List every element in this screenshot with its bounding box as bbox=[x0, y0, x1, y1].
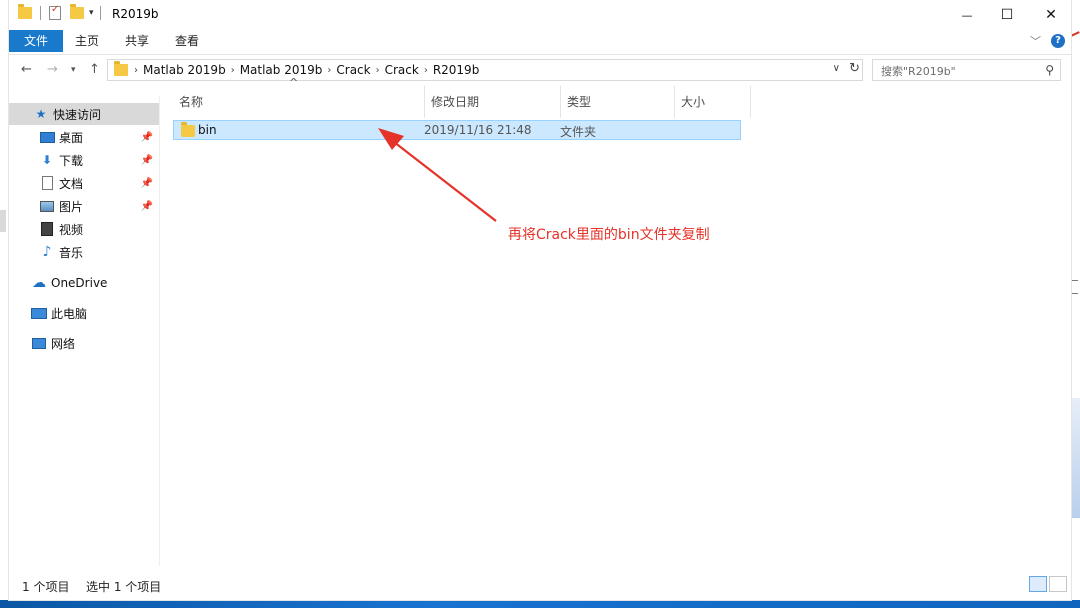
background-window-edge-left bbox=[0, 210, 6, 232]
title-bar: ▾ R2019b — ☐ ✕ bbox=[9, 0, 1071, 30]
sidebar-item-label: 图片 bbox=[59, 199, 84, 214]
sidebar-item-label: 音乐 bbox=[59, 245, 84, 260]
ribbon-tabs: 文件 主页 共享 查看 ﹀ ? bbox=[9, 30, 1071, 55]
address-dropdown-icon[interactable]: ∨ bbox=[833, 63, 840, 74]
sidebar-item-label: 快速访问 bbox=[53, 107, 102, 122]
search-box[interactable]: ⚲ bbox=[872, 59, 1061, 81]
document-icon bbox=[39, 176, 55, 190]
download-icon: ⬇ bbox=[41, 153, 53, 167]
up-icon[interactable]: ↑ bbox=[89, 62, 100, 77]
window-title: R2019b bbox=[112, 7, 159, 21]
sidebar-item-desktop[interactable]: 桌面 📌 bbox=[9, 126, 159, 148]
recent-locations-icon[interactable]: ▾ bbox=[71, 65, 76, 75]
maximize-icon: ☐ bbox=[1000, 7, 1014, 23]
sidebar-item-videos[interactable]: 视频 bbox=[9, 218, 159, 240]
taskbar-strip bbox=[0, 600, 1080, 608]
expand-ribbon-icon[interactable]: ﹀ bbox=[1030, 33, 1041, 49]
navigation-pane: ★ 快速访问 桌面 📌 ⬇ 下载 📌 文档 📌 图片 📌 视频 ♪ 音乐 ☁ O… bbox=[9, 96, 160, 566]
toolbar-divider bbox=[40, 6, 41, 20]
breadcrumb-item[interactable]: Crack bbox=[380, 63, 424, 77]
file-type: 文件夹 bbox=[560, 125, 597, 139]
sidebar-item-label: 网络 bbox=[51, 336, 76, 351]
sidebar-item-music[interactable]: ♪ 音乐 bbox=[9, 241, 159, 263]
toolbar-divider bbox=[99, 6, 101, 20]
maximize-button[interactable]: ☐ bbox=[984, 0, 1030, 30]
file-row-selected[interactable]: bin 2019/11/16 21:48 文件夹 bbox=[173, 120, 741, 140]
refresh-icon[interactable]: ↻ bbox=[849, 61, 860, 76]
column-header-modified[interactable]: 修改日期 bbox=[425, 86, 561, 118]
column-header-type[interactable]: 类型 bbox=[561, 86, 675, 118]
breadcrumb-item[interactable]: Matlab 2019b bbox=[235, 63, 328, 77]
details-view-button[interactable] bbox=[1029, 576, 1047, 592]
customize-toolbar-icon[interactable]: ▾ bbox=[89, 8, 94, 18]
new-folder-icon[interactable] bbox=[70, 4, 84, 19]
status-bar: 1 个项目 选中 1 个项目 bbox=[9, 572, 1071, 596]
music-icon: ♪ bbox=[42, 244, 52, 260]
sidebar-item-label: OneDrive bbox=[51, 276, 108, 290]
sidebar-item-label: 桌面 bbox=[59, 130, 84, 145]
star-icon: ★ bbox=[35, 107, 47, 121]
sidebar-item-label: 此电脑 bbox=[51, 306, 88, 321]
sidebar-item-network[interactable]: 网络 bbox=[9, 332, 159, 354]
item-count: 1 个项目 bbox=[22, 580, 70, 594]
pin-icon[interactable]: 📌 bbox=[141, 201, 153, 212]
close-button[interactable]: ✕ bbox=[1028, 0, 1074, 30]
sidebar-item-label: 视频 bbox=[59, 222, 84, 237]
forward-icon[interactable]: → bbox=[47, 62, 58, 77]
column-headers: ^ 名称 修改日期 类型 大小 bbox=[167, 76, 751, 118]
minimize-icon: — bbox=[961, 8, 973, 22]
sidebar-item-downloads[interactable]: ⬇ 下载 📌 bbox=[9, 149, 159, 171]
tab-view[interactable]: 查看 bbox=[163, 30, 211, 52]
properties-icon[interactable] bbox=[49, 4, 61, 20]
location-folder-icon bbox=[114, 61, 128, 76]
computer-icon bbox=[31, 306, 47, 320]
sidebar-item-pictures[interactable]: 图片 📌 bbox=[9, 195, 159, 217]
breadcrumb-item[interactable]: Crack bbox=[331, 63, 375, 77]
back-icon[interactable]: ← bbox=[21, 62, 32, 77]
pin-icon[interactable]: 📌 bbox=[141, 132, 153, 143]
folder-icon bbox=[18, 4, 32, 19]
search-input[interactable] bbox=[879, 61, 1043, 81]
sidebar-item-label: 文档 bbox=[59, 176, 84, 191]
address-bar[interactable]: › Matlab 2019b › Matlab 2019b › Crack › … bbox=[107, 59, 863, 81]
pin-icon[interactable]: 📌 bbox=[141, 155, 153, 166]
annotation-text: 再将Crack里面的bin文件夹复制 bbox=[508, 227, 710, 243]
video-icon bbox=[39, 222, 55, 236]
sidebar-item-quick-access[interactable]: ★ 快速访问 bbox=[9, 103, 159, 125]
picture-icon bbox=[39, 199, 55, 213]
explorer-window: ▾ R2019b — ☐ ✕ 文件 主页 共享 查看 ﹀ ? ← → ▾ ↑ bbox=[8, 0, 1072, 601]
cloud-icon: ☁ bbox=[32, 275, 46, 291]
search-icon[interactable]: ⚲ bbox=[1045, 63, 1054, 77]
file-modified: 2019/11/16 21:48 bbox=[424, 123, 532, 137]
breadcrumb-item[interactable]: R2019b bbox=[428, 63, 485, 77]
file-name[interactable]: bin bbox=[198, 123, 217, 137]
sidebar-item-onedrive[interactable]: ☁ OneDrive bbox=[9, 272, 159, 294]
large-icons-view-button[interactable] bbox=[1049, 576, 1067, 592]
folder-icon bbox=[181, 122, 195, 137]
network-icon bbox=[31, 336, 47, 350]
selection-count: 选中 1 个项目 bbox=[86, 580, 162, 594]
tab-home[interactable]: 主页 bbox=[63, 30, 111, 52]
ribbon-controls: ﹀ ? bbox=[1030, 33, 1065, 49]
help-icon[interactable]: ? bbox=[1051, 34, 1065, 48]
sidebar-item-this-pc[interactable]: 此电脑 bbox=[9, 302, 159, 324]
tab-share[interactable]: 共享 bbox=[113, 30, 161, 52]
quick-access-toolbar: ▾ bbox=[18, 4, 101, 20]
desktop-icon bbox=[39, 130, 55, 144]
tab-file[interactable]: 文件 bbox=[9, 30, 63, 52]
breadcrumb-item[interactable]: Matlab 2019b bbox=[138, 63, 231, 77]
close-icon: ✕ bbox=[1045, 7, 1057, 23]
column-header-size[interactable]: 大小 bbox=[675, 86, 751, 118]
sidebar-item-documents[interactable]: 文档 📌 bbox=[9, 172, 159, 194]
column-header-name[interactable]: 名称 bbox=[173, 86, 425, 118]
address-row: ← → ▾ ↑ › Matlab 2019b › Matlab 2019b › … bbox=[9, 56, 1071, 86]
pin-icon[interactable]: 📌 bbox=[141, 178, 153, 189]
sidebar-item-label: 下载 bbox=[59, 153, 84, 168]
